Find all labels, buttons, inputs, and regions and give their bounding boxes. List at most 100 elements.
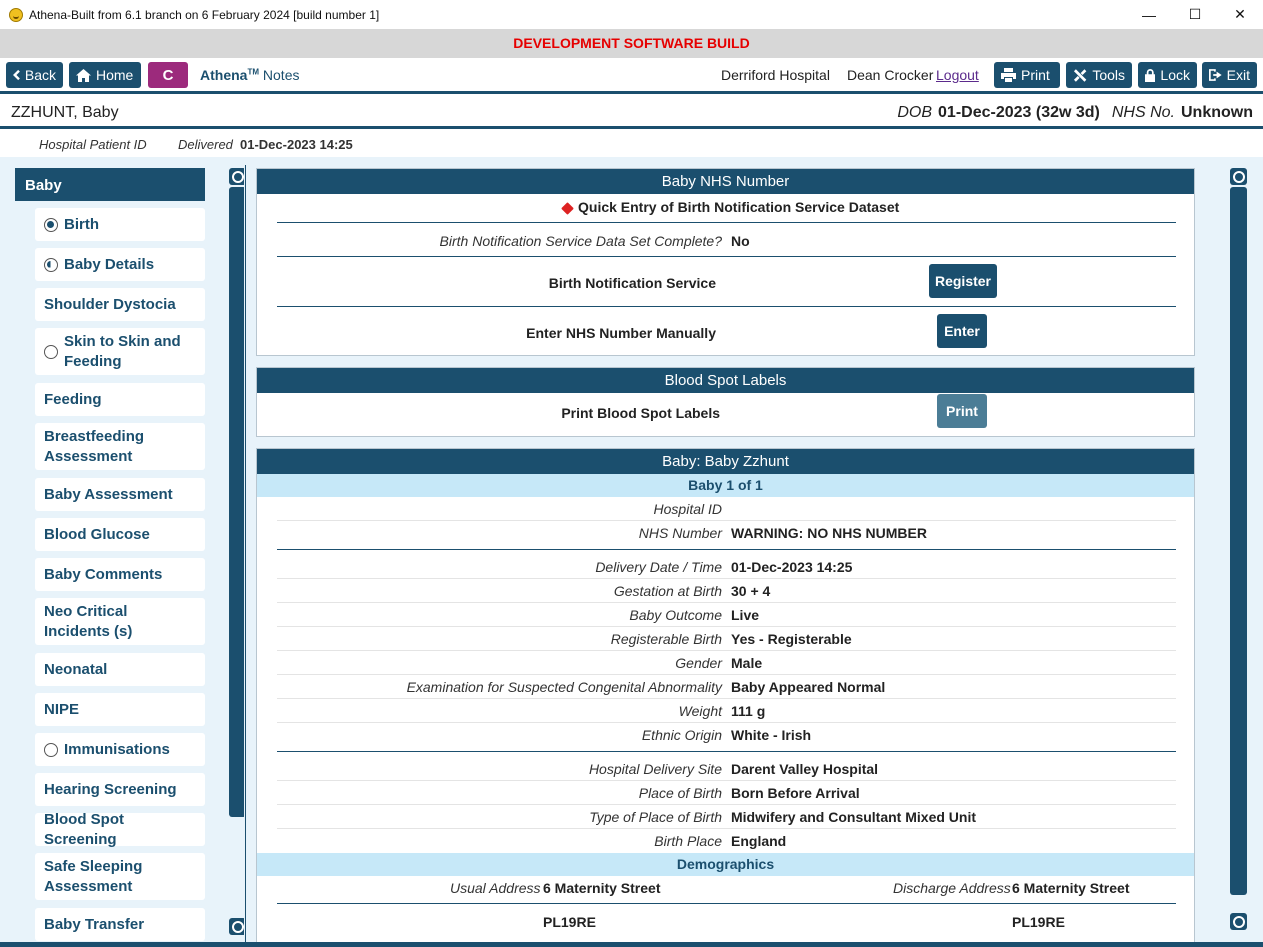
pencil-icon: [561, 201, 574, 215]
field-value: Midwifery and Consultant Mixed Unit: [731, 809, 977, 825]
sidebar-item-safe-sleeping-assessment[interactable]: Safe Sleeping Assessment: [35, 853, 205, 900]
sidebar-item-baby-transfer[interactable]: Baby Transfer: [35, 908, 205, 941]
divider: [277, 549, 1176, 550]
logout-link[interactable]: Logout: [936, 67, 979, 83]
home-icon: [76, 68, 91, 82]
field-value: Darent Valley Hospital: [731, 761, 879, 777]
enter-button[interactable]: Enter: [937, 314, 987, 348]
divider: [277, 804, 1176, 805]
field-value: 01-Dec-2023 14:25: [731, 559, 853, 575]
field-label: Birth Place: [654, 833, 722, 849]
enter-nhs-manually-label: Enter NHS Number Manually: [526, 325, 716, 341]
minimize-button[interactable]: —: [1126, 0, 1172, 29]
title-bar: Athena-Built from 6.1 branch on 6 Februa…: [0, 0, 1263, 29]
hospital-name: Derriford Hospital: [721, 67, 830, 83]
divider: [277, 626, 1176, 627]
sidebar-item-blood-spot-screening[interactable]: Blood Spot Screening: [35, 811, 205, 848]
quick-entry-link[interactable]: Quick Entry of Birth Notification Servic…: [561, 199, 900, 215]
sidebar-item-nipe[interactable]: NIPE: [35, 693, 205, 726]
content-scroll-thumb[interactable]: [1230, 187, 1247, 895]
sidebar-item-hearing-screening[interactable]: Hearing Screening: [35, 773, 205, 806]
window-title: Athena-Built from 6.1 branch on 6 Februa…: [29, 7, 380, 22]
home-label: Home: [96, 67, 134, 83]
patient-subinfo: Hospital Patient ID Delivered 01-Dec-202…: [0, 131, 1263, 157]
demographics-subheader: Demographics: [257, 853, 1194, 876]
field-label: Gender: [675, 655, 722, 671]
home-button[interactable]: Home: [69, 62, 141, 88]
field-label: NHS Number: [638, 525, 722, 541]
back-button[interactable]: Back: [6, 62, 63, 88]
register-button[interactable]: Register: [929, 264, 997, 298]
sidebar-item-skin-to-skin[interactable]: Skin to Skin and Feeding: [35, 328, 205, 375]
print-button[interactable]: Print: [994, 62, 1060, 88]
sidebar-item-label: Blood Spot Screening: [44, 810, 124, 848]
divider: [277, 650, 1176, 651]
sidebar-item-shoulder-dystocia[interactable]: Shoulder Dystocia: [35, 288, 205, 321]
divider: [277, 674, 1176, 675]
sidebar-item-baby-comments[interactable]: Baby Comments: [35, 558, 205, 591]
discharge-address-postcode: PL19RE: [1012, 914, 1065, 930]
quick-entry-label: Quick Entry of Birth Notification Servic…: [578, 199, 900, 215]
sidebar-item-baby-assessment[interactable]: Baby Assessment: [35, 478, 205, 511]
sidebar-item-blood-glucose[interactable]: Blood Glucose: [35, 518, 205, 551]
field-label: Weight: [678, 703, 722, 719]
field-label: Ethnic Origin: [641, 727, 722, 743]
sidebar-scroll-thumb[interactable]: [229, 187, 244, 817]
field-value: White - Irish: [731, 727, 812, 743]
scroll-down-icon[interactable]: [229, 918, 244, 935]
radio-full-icon: [44, 217, 58, 232]
sidebar: Baby Birth Baby Details Shoulder Dystoci…: [8, 157, 244, 942]
scroll-up-icon[interactable]: [1230, 168, 1247, 185]
scroll-down-icon[interactable]: [1230, 913, 1247, 930]
usual-address-postcode: PL19RE: [543, 914, 596, 930]
delivered-value: 01-Dec-2023 14:25: [240, 137, 353, 152]
c-button[interactable]: C: [148, 62, 188, 88]
exit-label: Exit: [1226, 67, 1250, 83]
field-label: Gestation at Birth: [613, 583, 722, 599]
content-scrollbar[interactable]: [1230, 168, 1247, 935]
sidebar-item-label: Baby Details: [64, 255, 155, 273]
divider: [277, 256, 1176, 257]
print-blood-spot-button[interactable]: Print: [937, 394, 987, 428]
sidebar-item-breastfeeding-assessment[interactable]: Breastfeeding Assessment: [35, 423, 205, 470]
delivered-label: Delivered: [178, 137, 233, 152]
lock-button[interactable]: Lock: [1138, 62, 1197, 88]
field-label: Place of Birth: [638, 785, 722, 801]
divider: [277, 828, 1176, 829]
field-value: Baby Appeared Normal: [731, 679, 886, 695]
usual-address-label: Usual Address: [450, 880, 541, 896]
hospital-patient-id-label: Hospital Patient ID: [39, 137, 147, 152]
sidebar-item-neo-critical-incidents[interactable]: Neo Critical Incidents (s): [35, 598, 205, 645]
sidebar-item-neonatal[interactable]: Neonatal: [35, 653, 205, 686]
sidebar-item-immunisations[interactable]: Immunisations: [35, 733, 205, 766]
maximize-button[interactable]: ☐: [1172, 0, 1218, 29]
sidebar-scrollbar[interactable]: [229, 168, 244, 935]
exit-icon: [1209, 69, 1222, 81]
scroll-up-icon[interactable]: [229, 168, 244, 185]
divider: [277, 602, 1176, 603]
sidebar-item-birth[interactable]: Birth: [35, 208, 205, 241]
field-label: Hospital ID: [653, 501, 722, 517]
blood-spot-labels-panel: Blood Spot Labels Print Blood Spot Label…: [256, 367, 1195, 437]
sidebar-item-feeding[interactable]: Feeding: [35, 383, 205, 416]
tools-label: Tools: [1092, 67, 1125, 83]
sidebar-item-label: Hearing Screening: [44, 780, 177, 798]
sidebar-item-baby-details[interactable]: Baby Details: [35, 248, 205, 281]
divider: [277, 520, 1176, 521]
close-window-button[interactable]: ✕: [1217, 0, 1263, 29]
main-area: Baby Birth Baby Details Shoulder Dystoci…: [0, 157, 1263, 942]
sidebar-item-label: Feeding: [44, 390, 102, 408]
sidebar-item-label: Neonatal: [44, 660, 108, 678]
sidebar-item-label: Baby Assessment: [44, 485, 173, 503]
divider: [277, 698, 1176, 699]
bns-label: Birth Notification Service: [548, 275, 716, 291]
field-label: Baby Outcome: [629, 607, 722, 623]
divider: [277, 306, 1176, 307]
panel-title: Blood Spot Labels: [257, 368, 1194, 393]
exit-button[interactable]: Exit: [1202, 62, 1257, 88]
nav-bar: Back Home C AthenaTM Notes Derriford Hos…: [0, 58, 1263, 94]
tools-button[interactable]: Tools: [1066, 62, 1132, 88]
sidebar-header[interactable]: Baby: [15, 168, 205, 201]
field-value: England: [731, 833, 787, 849]
divider: [277, 722, 1176, 723]
